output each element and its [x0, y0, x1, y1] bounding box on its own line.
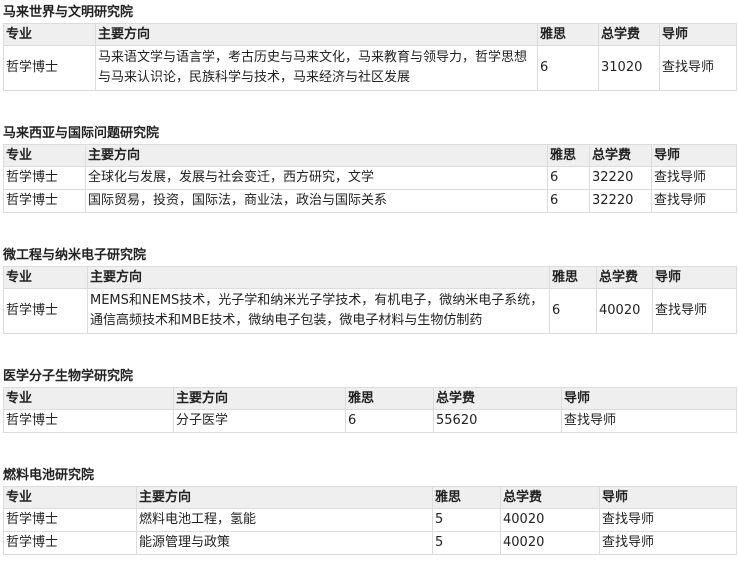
- cell-major: 哲学博士: [3, 508, 137, 532]
- section-title: 燃料电池研究院: [3, 468, 95, 483]
- section-title: 马来西亚与国际问题研究院: [3, 126, 160, 141]
- cell-direction: 能源管理与政策: [136, 531, 433, 555]
- table-row: 哲学博士 全球化与发展，发展与社会变迁，西方研究，文学 6 32220 查找导师: [3, 166, 737, 190]
- header-tuition: 总学费: [433, 387, 562, 410]
- header-ielts: 雅思: [549, 266, 597, 289]
- cell-direction: 分子医学: [173, 409, 346, 433]
- header-tuition: 总学费: [500, 486, 600, 509]
- section-fuel-cell: 燃料电池研究院 专业 主要方向 雅思 总学费 导师 哲学博士 燃料电池工程，氢能…: [3, 466, 737, 555]
- section-micro-engineering: 微工程与纳米电子研究院 专业 主要方向 雅思 总学费 导师 哲学博士 MEMS和…: [3, 246, 737, 334]
- header-direction: 主要方向: [85, 144, 548, 167]
- cell-tuition: 32220: [589, 189, 652, 213]
- table-row: 哲学博士 国际贸易，投资，国际法，商业法，政治与国际关系 6 32220 查找导…: [3, 189, 737, 213]
- cell-ielts: 5: [432, 508, 501, 532]
- table-row: 哲学博士 能源管理与政策 5 40020 查找导师: [3, 531, 737, 555]
- header-major: 专业: [3, 144, 86, 167]
- table-header-row: 专业 主要方向 雅思 总学费 导师: [3, 266, 737, 289]
- header-direction: 主要方向: [87, 266, 550, 289]
- header-direction: 主要方向: [173, 387, 346, 410]
- header-supervisor: 导师: [659, 23, 737, 46]
- cell-tuition: 40020: [596, 288, 653, 334]
- header-ielts: 雅思: [547, 144, 590, 167]
- find-supervisor-link[interactable]: 查找导师: [651, 166, 737, 190]
- cell-tuition: 40020: [500, 531, 600, 555]
- header-supervisor: 导师: [599, 486, 737, 509]
- cell-ielts: 6: [549, 288, 597, 334]
- header-ielts: 雅思: [345, 387, 434, 410]
- cell-ielts: 6: [547, 166, 590, 190]
- section-title: 医学分子生物学研究院: [3, 369, 134, 384]
- header-supervisor: 导师: [652, 266, 737, 289]
- table-row: 哲学博士 分子医学 6 55620 查找导师: [3, 409, 737, 433]
- header-ielts: 雅思: [432, 486, 501, 509]
- cell-direction: 全球化与发展，发展与社会变迁，西方研究，文学: [85, 166, 548, 190]
- header-major: 专业: [3, 387, 174, 410]
- find-supervisor-link[interactable]: 查找导师: [651, 189, 737, 213]
- cell-major: 哲学博士: [3, 45, 96, 91]
- table-row: 哲学博士 马来语文学与语言学，考古历史与马来文化，马来教育与领导力，哲学思想与马…: [3, 45, 737, 91]
- header-supervisor: 导师: [561, 387, 737, 410]
- header-tuition: 总学费: [589, 144, 652, 167]
- header-supervisor: 导师: [651, 144, 737, 167]
- programs-table: 专业 主要方向 雅思 总学费 导师 哲学博士 马来语文学与语言学，考古历史与马来…: [3, 23, 737, 91]
- programs-table: 专业 主要方向 雅思 总学费 导师 哲学博士 分子医学 6 55620 查找导师: [3, 387, 737, 433]
- table-row: 哲学博士 MEMS和NEMS技术，光子学和纳米光子学技术，有机电子，微纳米电子系…: [3, 288, 737, 334]
- cell-tuition: 31020: [598, 45, 660, 91]
- header-tuition: 总学费: [596, 266, 653, 289]
- find-supervisor-link[interactable]: 查找导师: [561, 409, 737, 433]
- cell-ielts: 6: [547, 189, 590, 213]
- cell-tuition: 32220: [589, 166, 652, 190]
- find-supervisor-link[interactable]: 查找导师: [599, 508, 737, 532]
- header-direction: 主要方向: [136, 486, 433, 509]
- cell-direction: 马来语文学与语言学，考古历史与马来文化，马来教育与领导力，哲学思想与马来认识论，…: [95, 45, 538, 91]
- cell-major: 哲学博士: [3, 166, 86, 190]
- section-molecular-biology: 医学分子生物学研究院 专业 主要方向 雅思 总学费 导师 哲学博士 分子医学 6…: [3, 367, 737, 433]
- header-major: 专业: [3, 23, 96, 46]
- cell-ielts: 6: [537, 45, 599, 91]
- programs-table: 专业 主要方向 雅思 总学费 导师 哲学博士 MEMS和NEMS技术，光子学和纳…: [3, 266, 737, 334]
- programs-table: 专业 主要方向 雅思 总学费 导师 哲学博士 燃料电池工程，氢能 5 40020…: [3, 486, 737, 555]
- table-header-row: 专业 主要方向 雅思 总学费 导师: [3, 23, 737, 46]
- cell-direction: MEMS和NEMS技术，光子学和纳米光子学技术，有机电子，微纳米电子系统，通信高…: [87, 288, 550, 334]
- table-row: 哲学博士 燃料电池工程，氢能 5 40020 查找导师: [3, 508, 737, 532]
- header-tuition: 总学费: [598, 23, 660, 46]
- table-header-row: 专业 主要方向 雅思 总学费 导师: [3, 486, 737, 509]
- cell-major: 哲学博士: [3, 531, 137, 555]
- section-title: 微工程与纳米电子研究院: [3, 248, 147, 263]
- cell-direction: 燃料电池工程，氢能: [136, 508, 433, 532]
- header-ielts: 雅思: [537, 23, 599, 46]
- cell-tuition: 40020: [500, 508, 600, 532]
- cell-major: 哲学博士: [3, 189, 86, 213]
- find-supervisor-link[interactable]: 查找导师: [652, 288, 737, 334]
- find-supervisor-link[interactable]: 查找导师: [599, 531, 737, 555]
- section-malay-world: 马来世界与文明研究院 专业 主要方向 雅思 总学费 导师 哲学博士 马来语文学与…: [3, 3, 737, 91]
- find-supervisor-link[interactable]: 查找导师: [659, 45, 737, 91]
- header-major: 专业: [3, 486, 137, 509]
- cell-tuition: 55620: [433, 409, 562, 433]
- table-header-row: 专业 主要方向 雅思 总学费 导师: [3, 144, 737, 167]
- header-major: 专业: [3, 266, 88, 289]
- cell-direction: 国际贸易，投资，国际法，商业法，政治与国际关系: [85, 189, 548, 213]
- cell-ielts: 6: [345, 409, 434, 433]
- cell-major: 哲学博士: [3, 288, 88, 334]
- section-title: 马来世界与文明研究院: [3, 5, 134, 20]
- section-malaysia-intl: 马来西亚与国际问题研究院 专业 主要方向 雅思 总学费 导师 哲学博士 全球化与…: [3, 124, 737, 213]
- table-header-row: 专业 主要方向 雅思 总学费 导师: [3, 387, 737, 410]
- programs-table: 专业 主要方向 雅思 总学费 导师 哲学博士 全球化与发展，发展与社会变迁，西方…: [3, 144, 737, 213]
- header-direction: 主要方向: [95, 23, 538, 46]
- cell-major: 哲学博士: [3, 409, 174, 433]
- cell-ielts: 5: [432, 531, 501, 555]
